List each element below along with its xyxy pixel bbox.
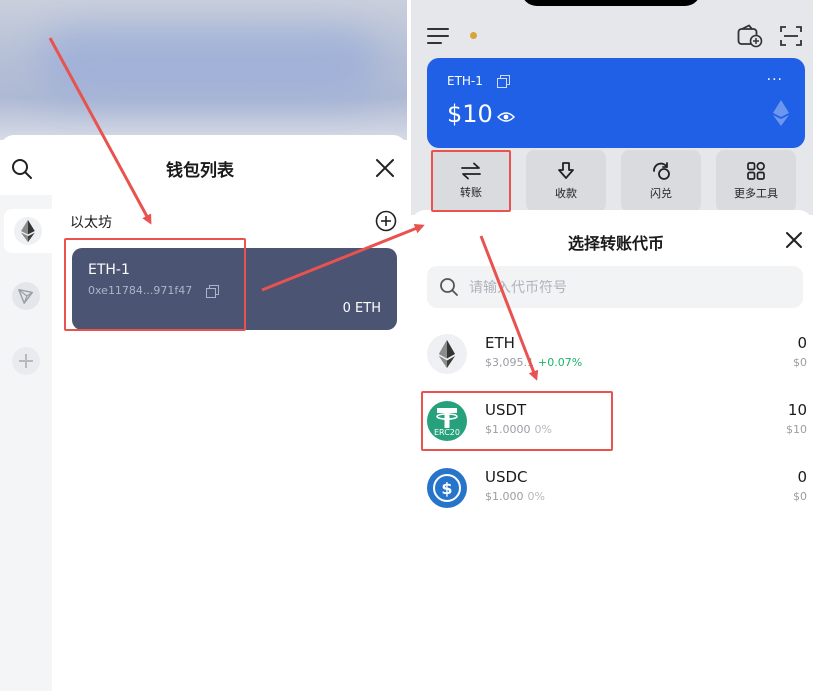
receive-icon — [558, 162, 574, 179]
wallet-add-icon[interactable] — [737, 24, 763, 52]
token-row-usdc[interactable]: $ USDC $1.000 0% 0 $0 — [427, 462, 807, 520]
copy-icon[interactable] — [497, 73, 510, 92]
wallet-list-sheet — [0, 135, 407, 691]
more-tools-icon — [747, 162, 765, 180]
more-options-button[interactable]: ··· — [767, 72, 783, 88]
wallet-balance: 0 ETH — [342, 301, 381, 316]
account-card[interactable]: ETH-1 $10 ··· — [427, 58, 805, 148]
token-amount: 0 — [797, 468, 807, 486]
highlight-wallet-card — [64, 238, 246, 331]
token-price: $3,095.1 +0.07% — [485, 356, 582, 369]
token-symbol: ETH — [485, 334, 515, 352]
more-tools-label: 更多工具 — [734, 187, 778, 200]
token-fiat-value: $0 — [793, 356, 807, 369]
add-network-button[interactable] — [4, 339, 48, 383]
swap-label: 闪兑 — [650, 187, 672, 200]
highlight-usdt-row — [421, 391, 613, 451]
close-icon[interactable] — [784, 230, 804, 254]
sheet-title: 选择转账代币 — [567, 234, 664, 253]
token-price: $1.000 0% — [485, 490, 545, 503]
wallet-list-screen: 钱包列表 以太坊 ETH-1 0xe11784...971f47 0 ETH — [0, 0, 407, 691]
search-icon[interactable] — [10, 157, 34, 185]
receive-button[interactable]: 收款 — [526, 150, 606, 212]
token-search-input[interactable] — [467, 266, 791, 310]
blurred-background — [0, 0, 407, 140]
more-tools-button[interactable]: 更多工具 — [716, 150, 796, 212]
token-fiat-value: $0 — [793, 490, 807, 503]
token-price-change: +0.07% — [537, 356, 583, 369]
token-amount: 10 — [787, 401, 807, 419]
scan-icon[interactable] — [779, 24, 803, 52]
ethereum-watermark-icon — [773, 100, 789, 130]
network-section-label: 以太坊 — [70, 215, 112, 231]
token-fiat-value: $10 — [786, 423, 807, 436]
svg-text:$: $ — [441, 479, 452, 498]
close-icon[interactable] — [374, 157, 396, 183]
token-symbol: USDC — [485, 468, 528, 486]
search-icon — [439, 277, 459, 301]
account-value: $10 — [447, 100, 493, 128]
swap-button[interactable]: 闪兑 — [621, 150, 701, 212]
token-price-value: $1.000 — [485, 490, 524, 503]
page-title: 钱包列表 — [166, 161, 234, 181]
token-price-change: 0% — [527, 490, 545, 503]
add-network-icon — [12, 347, 40, 375]
token-amount: 0 — [797, 334, 807, 352]
tron-icon — [12, 282, 40, 310]
receive-label: 收款 — [555, 187, 577, 200]
token-price-value: $3,095.1 — [485, 356, 534, 369]
menu-icon[interactable] — [427, 26, 449, 50]
swap-icon — [653, 162, 670, 180]
token-select-screen: ETH-1 $10 ··· 转账 收款 闪兑 更多工具 选择转账代币 请输入代币… — [411, 0, 813, 691]
token-search-box[interactable] — [427, 266, 803, 310]
add-wallet-icon[interactable] — [375, 210, 397, 236]
ethereum-icon — [14, 217, 42, 245]
network-item-tron[interactable] — [4, 274, 48, 318]
highlight-transfer-button — [431, 150, 511, 212]
account-name: ETH-1 — [447, 74, 483, 88]
blur-shape — [40, 30, 380, 100]
eye-icon[interactable] — [496, 108, 516, 127]
token-row-eth[interactable]: ETH $3,095.1 +0.07% 0 $0 — [427, 328, 807, 386]
network-item-ethereum[interactable] — [4, 209, 52, 253]
network-rail — [0, 195, 52, 691]
status-dot — [470, 32, 477, 39]
usdc-icon: $ — [427, 468, 467, 508]
ethereum-icon — [427, 334, 467, 374]
phone-notch — [521, 0, 701, 6]
